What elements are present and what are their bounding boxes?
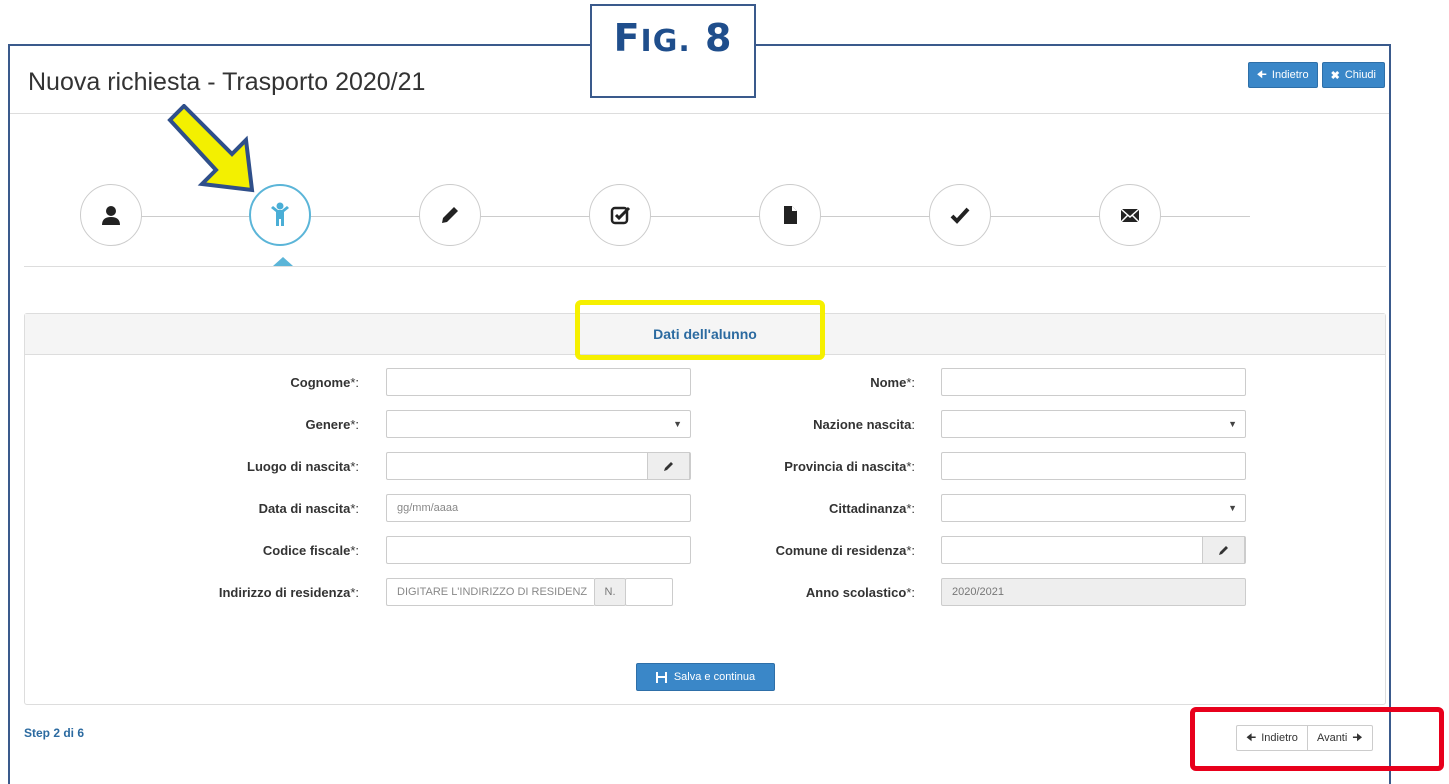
nome-label: Nome*: — [870, 375, 915, 390]
comune-residenza-edit-button[interactable] — [1202, 536, 1245, 564]
checkmark-icon — [950, 207, 970, 224]
close-button[interactable]: ✖ Chiudi — [1321, 62, 1385, 88]
genere-select[interactable]: ▼ — [386, 410, 691, 438]
step-counter: Step 2 di 6 — [24, 726, 85, 740]
chevron-down-icon: ▼ — [673, 419, 682, 429]
step-1-user[interactable] — [80, 184, 142, 246]
step-5-document[interactable] — [759, 184, 821, 246]
step-3-edit[interactable] — [419, 184, 481, 246]
child-icon — [271, 202, 289, 226]
comune-residenza-label: Comune di residenza*: — [775, 543, 915, 558]
codice-fiscale-label: Codice fiscale*: — [262, 543, 359, 558]
stepper-divider — [24, 266, 1386, 267]
save-continue-button[interactable]: Salva e continua — [636, 663, 775, 691]
genere-label: Genere*: — [305, 417, 359, 432]
provincia-nascita-label: Provincia di nascita*: — [784, 459, 915, 474]
indirizzo-label: Indirizzo di residenza*: — [218, 585, 359, 600]
close-icon: ✖ — [1330, 69, 1340, 82]
cognome-input[interactable] — [386, 368, 691, 396]
step-7-send[interactable] — [1099, 184, 1161, 246]
codice-fiscale-input[interactable] — [386, 536, 691, 564]
provincia-nascita-input[interactable] — [941, 452, 1246, 480]
cognome-label: Cognome*: — [290, 375, 359, 390]
page-title: Nuova richiesta - Trasporto 2020/21 — [28, 68, 426, 96]
nazione-nascita-select[interactable]: ▼ — [941, 410, 1246, 438]
data-nascita-label: Data di nascita*: — [258, 501, 359, 516]
comune-residenza-input[interactable] — [941, 536, 1246, 564]
yellow-highlight-annotation — [575, 300, 825, 360]
luogo-nascita-input[interactable] — [386, 452, 691, 480]
nazione-nascita-label: Nazione nascita: — [813, 417, 915, 432]
arrow-left-icon: 🠈 — [1256, 68, 1267, 81]
cittadinanza-label: Cittadinanza*: — [829, 501, 915, 516]
header-actions: 🠈 Indietro ✖ Chiudi — [1247, 62, 1385, 88]
luogo-nascita-label: Luogo di nascita*: — [247, 459, 359, 474]
chevron-down-icon: ▼ — [1228, 503, 1237, 513]
yellow-arrow-annotation — [167, 104, 255, 193]
check-square-icon — [610, 206, 631, 225]
pencil-icon — [442, 207, 458, 223]
active-step-indicator — [273, 257, 293, 266]
figure-label-box: FIG. 8 — [590, 4, 756, 98]
indirizzo-input[interactable]: DIGITARE L'INDIRIZZO DI RESIDENZ — [386, 578, 595, 606]
civic-number-input[interactable] — [625, 578, 673, 606]
nome-input[interactable] — [941, 368, 1246, 396]
floppy-disk-icon — [655, 671, 667, 683]
pencil-icon — [663, 462, 673, 471]
civic-number-addon: N. — [594, 578, 626, 606]
anno-scolastico-input: 2020/2021 — [941, 578, 1246, 606]
back-button[interactable]: 🠈 Indietro — [1247, 62, 1318, 88]
red-highlight-annotation — [1190, 707, 1444, 771]
data-nascita-input[interactable]: gg/mm/aaaa — [386, 494, 691, 522]
anno-scolastico-label: Anno scolastico*: — [805, 585, 915, 600]
envelope-icon — [1120, 208, 1140, 223]
chevron-down-icon: ▼ — [1228, 419, 1237, 429]
cittadinanza-select[interactable]: ▼ — [941, 494, 1246, 522]
luogo-nascita-edit-button[interactable] — [647, 452, 690, 480]
user-icon — [102, 206, 120, 225]
figure-label: FIG. 8 — [613, 16, 733, 60]
step-6-confirm[interactable] — [929, 184, 991, 246]
pencil-icon — [1218, 546, 1228, 555]
file-icon — [784, 206, 797, 224]
step-4-check[interactable] — [589, 184, 651, 246]
